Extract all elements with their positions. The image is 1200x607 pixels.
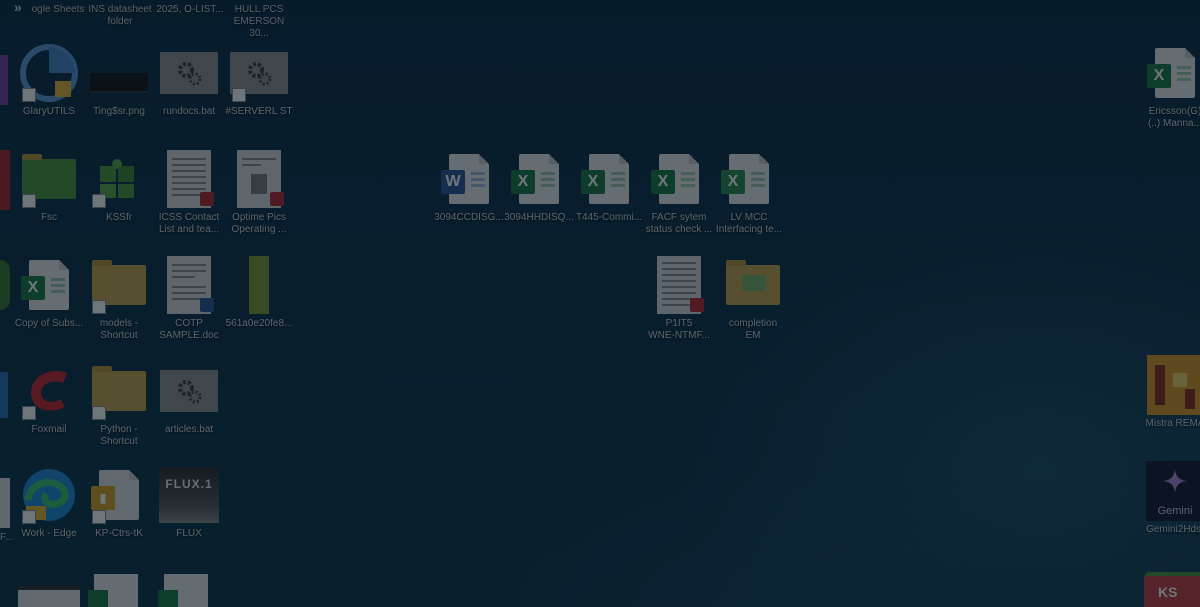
- mistra-thumbnail-icon: [1147, 355, 1200, 415]
- desktop-icon-optime-pics[interactable]: Optime Pics Operating ...: [222, 148, 296, 248]
- desktop-icon-561a0e20fe8[interactable]: 561a0e20fe8...: [222, 254, 296, 354]
- word-file-icon: W: [441, 154, 489, 204]
- desktop-icon-models-shortcut[interactable]: models - Shortcut: [82, 254, 156, 354]
- desktop-icon-lv-mcc-interfacing[interactable]: X LV MCC Interfacing te...: [712, 148, 786, 248]
- pdf-badge-icon: [690, 298, 704, 312]
- partial-left-icon-5[interactable]: [0, 478, 10, 528]
- desktop-icon-rundocs-bat[interactable]: rundocs.bat: [152, 42, 226, 142]
- pdf-badge-icon: [200, 192, 214, 206]
- desktop-icon-ting-png[interactable]: Ting$sr.png: [82, 42, 156, 142]
- desktop-icon-2025-o-list[interactable]: 2025, O-LIST...: [156, 4, 224, 16]
- pdf-badge-icon: [270, 192, 284, 206]
- desktop-icon-python-shortcut[interactable]: Python - Shortcut: [82, 360, 156, 460]
- partial-left-icon-2[interactable]: [0, 150, 10, 210]
- gemini-thumbnail-text: Gemini: [1157, 505, 1193, 517]
- desktop-icon-serverlist[interactable]: #SERVERL ST: [222, 42, 296, 142]
- desktop[interactable]: » ogle Sheets INS datasheet folder 2025,…: [0, 0, 1200, 607]
- excel-file-icon: X: [651, 154, 699, 204]
- shortcut-arrow-icon: [22, 194, 36, 208]
- desktop-icon-articles-bat[interactable]: articles.bat: [152, 360, 226, 460]
- folder-icon: [92, 366, 146, 411]
- folder-shortcut-icon: [22, 154, 76, 199]
- desktop-icon-flux[interactable]: FLUX.1 FLUX: [152, 464, 226, 564]
- desktop-icon-foxmail[interactable]: Foxmail: [12, 360, 86, 460]
- excel-badge-icon: [158, 590, 178, 607]
- desktop-icon-gemini2hdst[interactable]: Gemini Gemini2Hdst: [1138, 460, 1200, 560]
- excel-file-icon: X: [511, 154, 559, 204]
- shortcut-arrow-icon: [22, 406, 36, 420]
- gear-icon: [160, 370, 218, 412]
- desktop-icon-cotp-sample-doc[interactable]: COTP SAMPLE.doc: [152, 254, 226, 354]
- desktop-icon-ins-datasheet-folder[interactable]: INS datasheet folder: [86, 4, 154, 28]
- folder-icon: [726, 260, 780, 305]
- excel-file-icon: X: [1147, 48, 1195, 98]
- desktop-icon-glaryutils[interactable]: GlaryUTILS: [12, 42, 86, 142]
- shortcut-arrow-icon: [22, 510, 36, 524]
- desktop-icon-3094hhdisq[interactable]: X 3094HHDISQ...: [502, 148, 576, 248]
- excel-file-icon: X: [721, 154, 769, 204]
- folder-icon: [92, 260, 146, 305]
- excel-file-icon: X: [581, 154, 629, 204]
- image-thumbnail-icon: [90, 73, 148, 93]
- desktop-icon-completion-em[interactable]: completion EM: [716, 254, 790, 354]
- image-thumbnail-icon: [249, 256, 269, 314]
- desktop-icon-ericsson-manual[interactable]: X Ericsson(G) (..) Manna...: [1138, 42, 1200, 142]
- desktop-icon-p1it5-wne-ntmf[interactable]: P1IT5 WNE-NTMF...: [642, 254, 716, 354]
- desktop-icon-kp-ctrs-tk[interactable]: ▮ KP-Ctrs-tK: [82, 464, 156, 564]
- desktop-icon-mistra-rema[interactable]: Mistra REMA: [1138, 354, 1200, 454]
- desktop-icon-t445-commi[interactable]: X T445-Commi...: [572, 148, 646, 248]
- shortcut-arrow-icon: [92, 406, 106, 420]
- word-badge-icon: [200, 298, 214, 312]
- shortcut-arrow-icon: [232, 88, 246, 102]
- desktop-icon-hull-pcs[interactable]: HULL PCS EMERSON 30...: [224, 4, 294, 40]
- gemini-thumbnail-icon: Gemini: [1146, 461, 1200, 521]
- desktop-icon-fsc[interactable]: Fsc: [12, 148, 86, 248]
- desktop-icon-row6-1[interactable]: [18, 586, 80, 607]
- partial-left-icon-3[interactable]: [0, 260, 10, 310]
- shortcut-arrow-icon: [92, 194, 106, 208]
- ks-thumbnail-text: KS: [1158, 584, 1178, 600]
- flux-thumbnail-icon: FLUX.1: [159, 467, 219, 523]
- excel-file-icon: X: [21, 260, 69, 310]
- desktop-icon-row6-2[interactable]: [88, 574, 138, 607]
- partial-left-label: F...: [0, 532, 14, 543]
- partial-left-icon-4[interactable]: [0, 372, 8, 418]
- desktop-icon-facf-sytem-status[interactable]: X FACF sytem status check ...: [642, 148, 716, 248]
- desktop-icon-icss-contact-list[interactable]: ICSS Contact List and tea...: [152, 148, 226, 248]
- desktop-icon-row6-3[interactable]: [158, 574, 208, 607]
- partial-left-icon-1[interactable]: [0, 55, 8, 105]
- desktop-icon-copy-of-subs[interactable]: X Copy of Subs...: [12, 254, 86, 354]
- desktop-icon-3094ccdisg[interactable]: W 3094CCDISG...: [432, 148, 506, 248]
- excel-badge-icon: [88, 590, 108, 607]
- desktop-icon-work-edge[interactable]: Work - Edge: [12, 464, 86, 564]
- desktop-icon-kssfr[interactable]: KSSfr: [82, 148, 156, 248]
- flux-thumbnail-text: FLUX.1: [165, 477, 213, 491]
- shortcut-arrow-icon: [22, 88, 36, 102]
- shortcut-arrow-icon: [92, 300, 106, 314]
- desktop-icon-ks[interactable]: KS: [1144, 572, 1200, 607]
- gear-icon: [160, 52, 218, 94]
- desktop-icon-google-sheets[interactable]: ogle Sheets: [28, 4, 88, 16]
- shortcut-arrow-icon: [92, 510, 106, 524]
